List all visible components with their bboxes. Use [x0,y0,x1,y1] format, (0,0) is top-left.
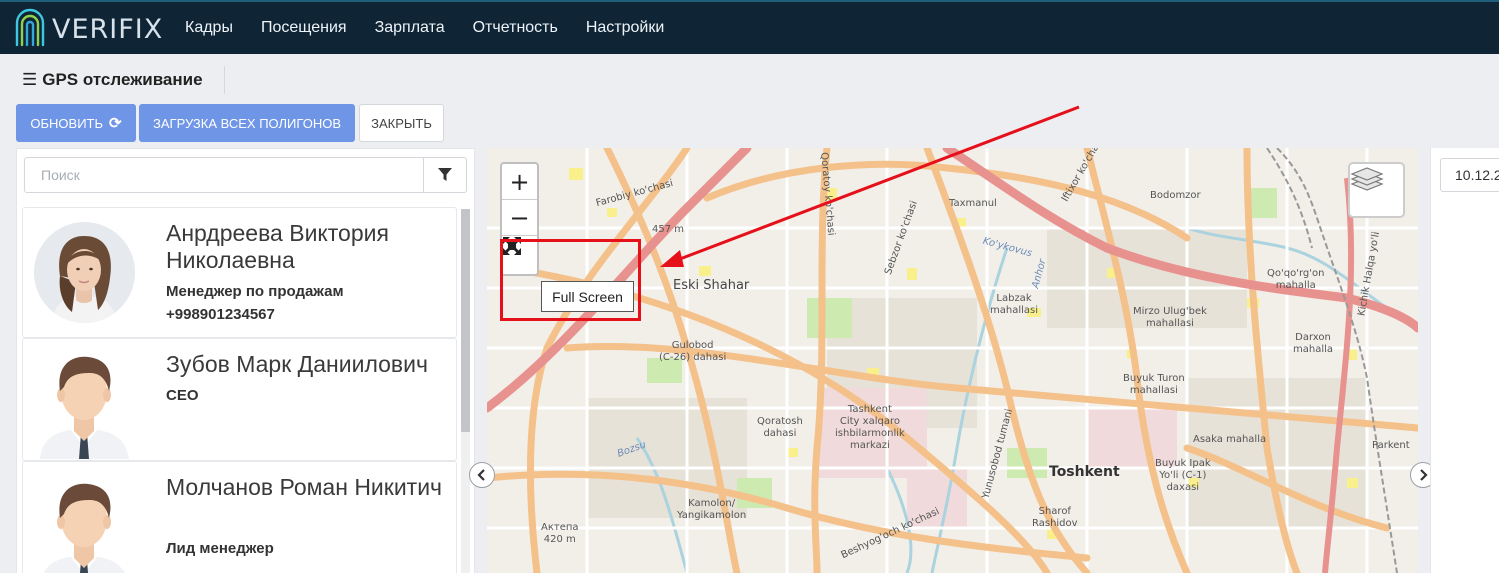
logo-text: VERIFIX [52,13,164,45]
zoom-in-button[interactable]: + [502,164,537,200]
right-panel [1430,148,1499,573]
employee-position: Лид менеджер [166,540,274,557]
chevron-right-icon [1420,469,1428,481]
employee-card[interactable]: Анрдреева Виктория Николаевна Менеджер п… [22,207,457,338]
annotation-highlight-box [500,239,641,321]
nav-item-settings[interactable]: Настройки [572,19,678,37]
collapse-left-panel-button[interactable] [469,462,495,488]
nav-item-salary[interactable]: Зарплата [361,19,459,37]
title-divider [224,66,225,94]
list-scrollbar-thumb[interactable] [461,209,470,432]
employee-name: Молчанов Роман Никитич [166,474,443,500]
load-all-polygons-label: Загрузка всех полигонов [153,115,341,131]
map-tiles [487,148,1418,573]
male-avatar-icon [40,356,129,459]
refresh-button-label: Обновить [30,115,104,131]
employee-avatar [34,347,135,459]
nav-item-kadry[interactable]: Кадры [171,19,247,37]
employee-name: Анрдреева Виктория Николаевна [166,220,389,273]
logo[interactable]: VERIFIX [14,7,163,51]
layers-icon [1350,167,1384,191]
employee-list-panel: Анрдреева Виктория Николаевна Менеджер п… [16,148,475,573]
search-input[interactable] [25,158,425,192]
female-avatar-icon [34,222,135,323]
employee-name: Зубов Марк Даниилович [166,351,428,377]
refresh-icon: ⟳ [109,115,122,132]
employee-card[interactable]: Зубов Марк Даниилович CEO [22,338,457,461]
load-all-polygons-button[interactable]: Загрузка всех полигонов [139,104,355,142]
page-title: ☰ GPS отслеживание [22,70,203,90]
zoom-out-button[interactable]: − [502,200,537,236]
fingerprint-logo-icon [15,8,45,47]
close-button[interactable]: Закрыть [359,104,444,142]
close-button-label: Закрыть [371,115,432,131]
map-layers-button[interactable] [1348,162,1405,218]
nav-item-attendance[interactable]: Посещения [247,19,361,37]
hamburger-icon[interactable]: ☰ [22,70,37,90]
chevron-left-icon [477,469,485,481]
employee-avatar [34,474,135,573]
nav-item-reports[interactable]: Отчетность [459,19,572,37]
gps-map[interactable]: Farobiy ko'chasi 457 m Qoratoy ko'chasi … [487,148,1418,573]
search-box [24,157,467,193]
page-header: ☰ GPS отслеживание [0,54,1499,104]
main-menu: Кадры Посещения Зарплата Отчетность Наст… [171,2,678,54]
date-input[interactable] [1440,158,1499,192]
filter-button[interactable] [423,158,466,192]
page-title-text: GPS отслеживание [42,70,203,89]
top-navbar: VERIFIX Кадры Посещения Зарплата Отчетно… [0,0,1499,54]
employee-position: Менеджер по продажам [166,283,344,300]
filter-icon [438,168,452,181]
refresh-button[interactable]: Обновить ⟳ [16,104,136,142]
employee-position: CEO [166,387,199,404]
employee-card[interactable]: Молчанов Роман Никитич Лид менеджер [22,461,457,573]
male-avatar-icon [43,483,125,573]
employee-phone: +998901234567 [166,306,275,323]
employee-avatar-photo [34,222,135,323]
